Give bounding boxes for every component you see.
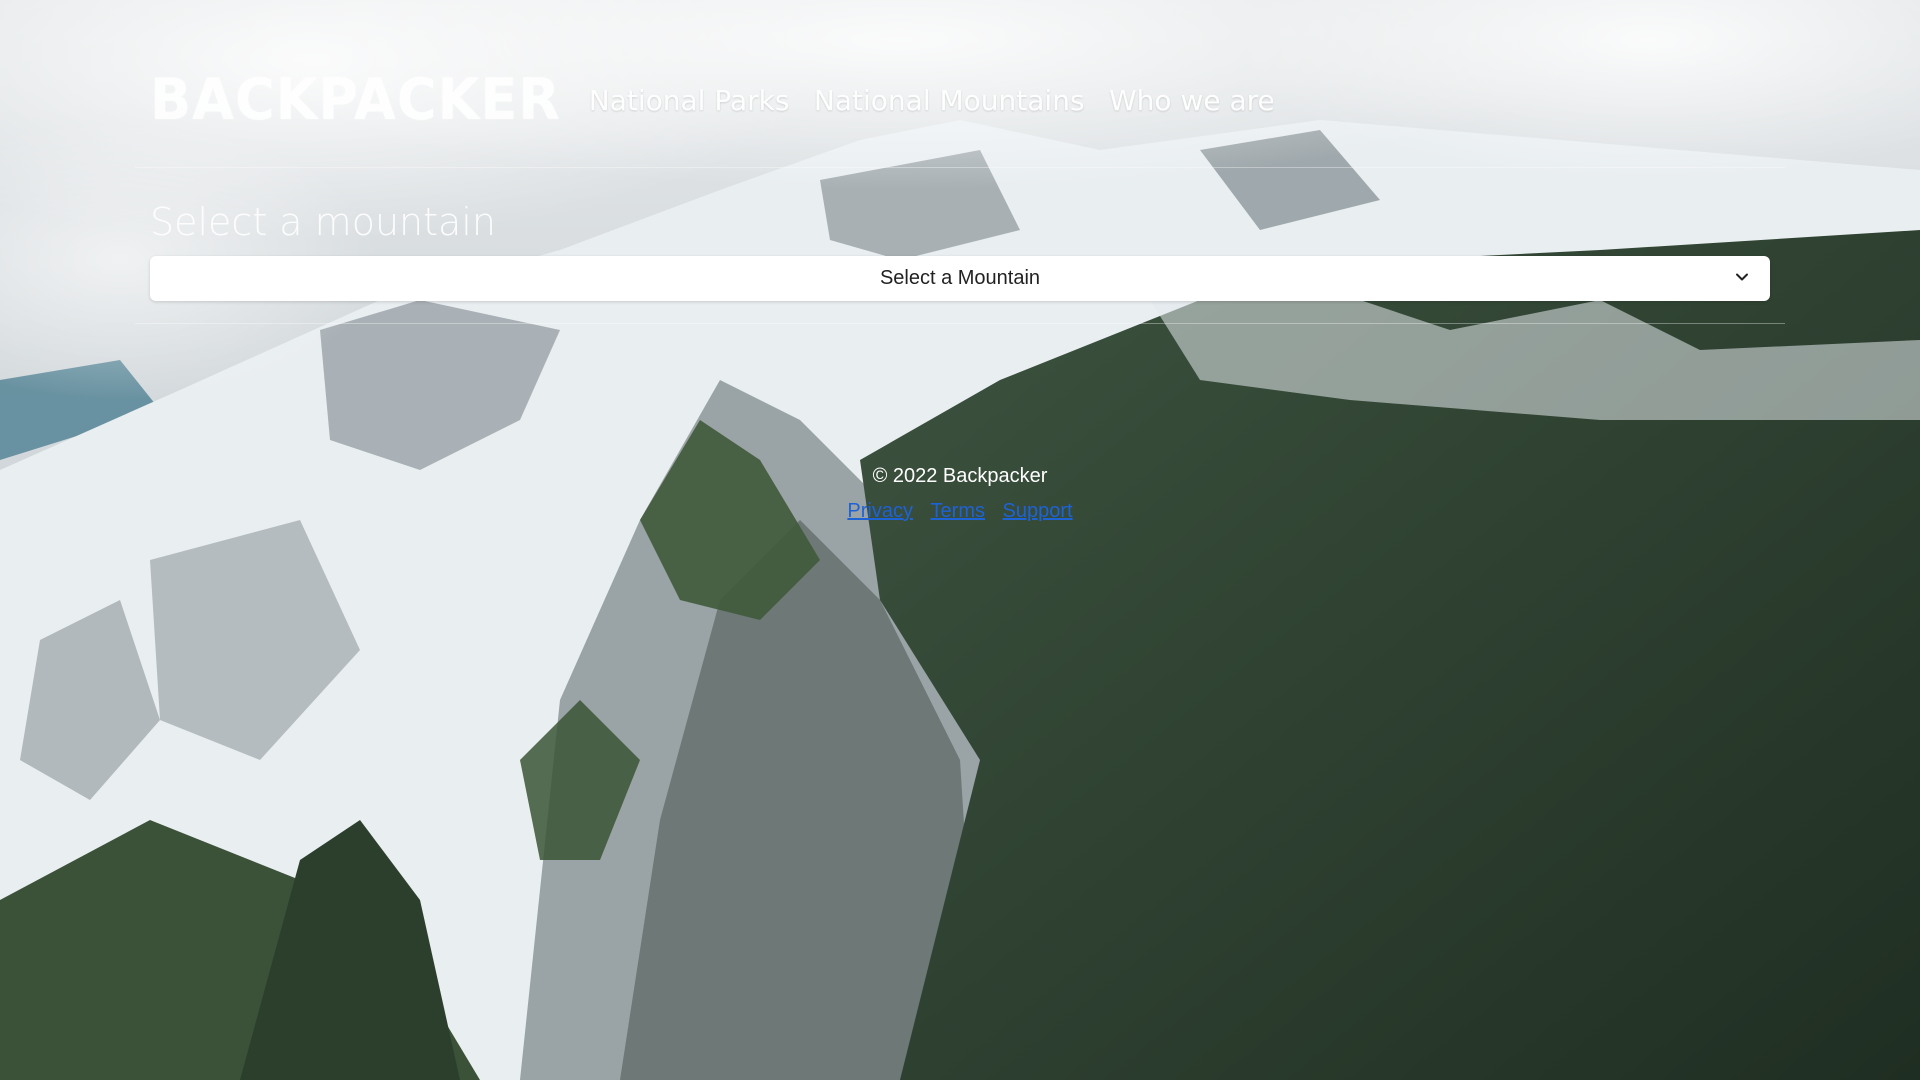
site-logo[interactable]: Backpacker bbox=[150, 71, 561, 129]
footer-link-privacy[interactable]: Privacy bbox=[847, 500, 913, 522]
copyright-text: © 2022 Backpacker bbox=[872, 465, 1048, 487]
mountain-select-value: Select a Mountain bbox=[879, 267, 1041, 289]
nav-item-national-parks[interactable]: National Parks bbox=[589, 84, 790, 117]
main-nav: National Parks National Mountains Who we… bbox=[589, 84, 1295, 117]
chevron-down-icon bbox=[1736, 273, 1748, 281]
footer-link-support[interactable]: Support bbox=[1003, 500, 1073, 522]
footer-link-terms[interactable]: Terms bbox=[931, 500, 985, 522]
header-divider bbox=[135, 167, 1785, 168]
footer-links: Privacy Terms Support bbox=[0, 500, 1920, 523]
content-divider bbox=[135, 323, 1785, 324]
page: Backpacker National Parks National Mount… bbox=[0, 0, 1920, 1080]
site-footer: © 2022 Backpacker Privacy Terms Support bbox=[0, 465, 1920, 523]
select-heading: Select a mountain bbox=[150, 200, 496, 244]
mountain-select[interactable]: Select a Mountain bbox=[150, 256, 1770, 301]
nav-item-who-we-are[interactable]: Who we are bbox=[1109, 84, 1275, 117]
nav-item-national-mountains[interactable]: National Mountains bbox=[814, 84, 1085, 117]
site-header: Backpacker National Parks National Mount… bbox=[150, 70, 1295, 130]
